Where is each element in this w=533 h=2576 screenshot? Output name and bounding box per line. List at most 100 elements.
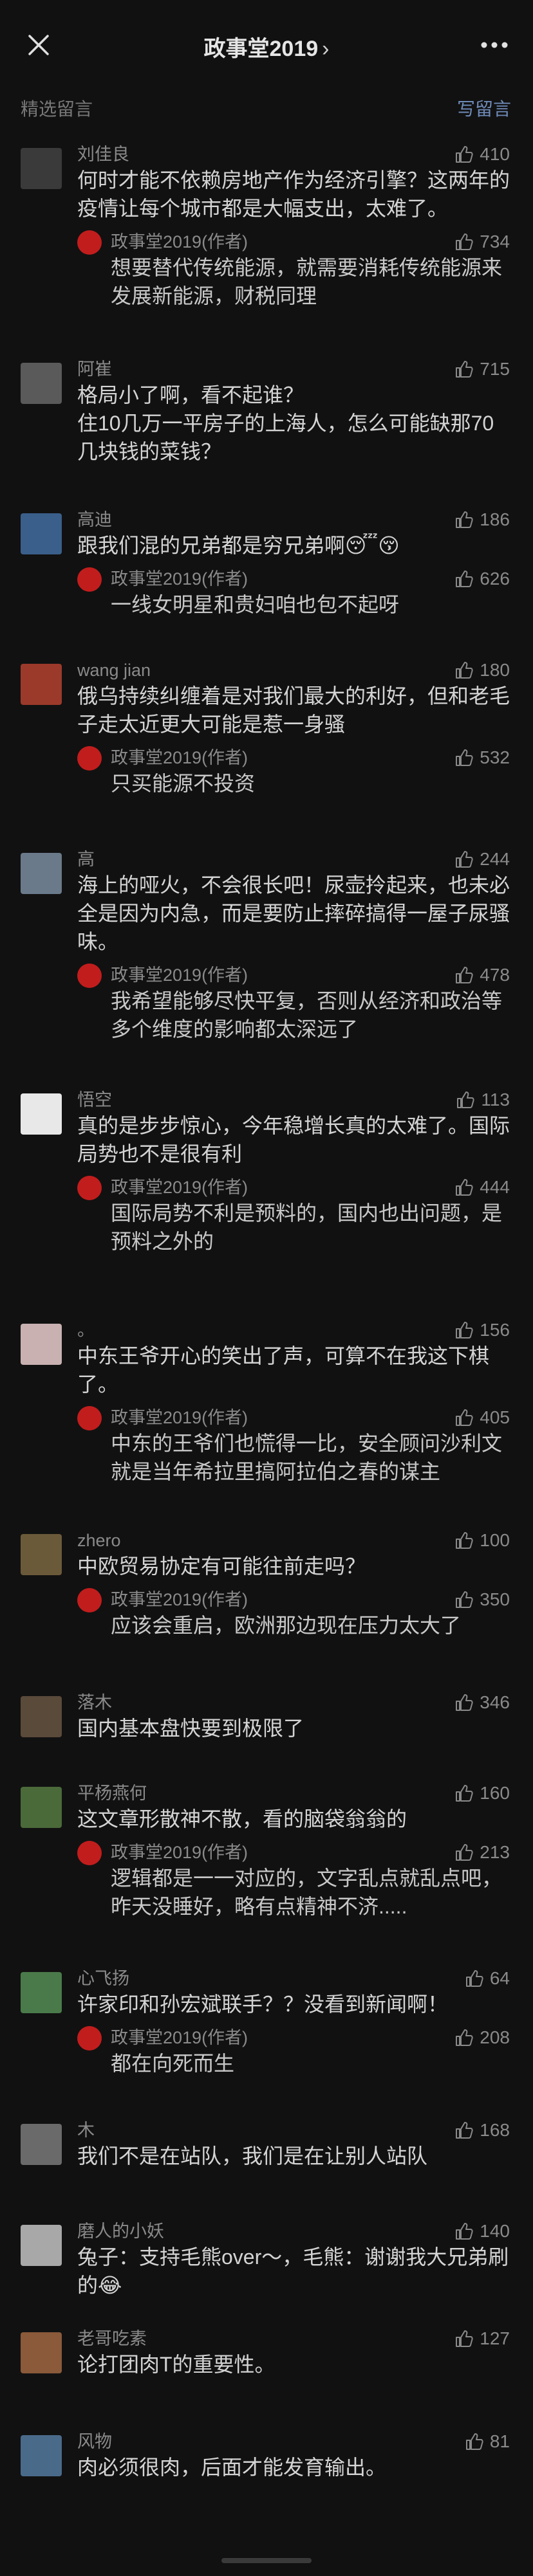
reply-like-count: 734 <box>480 232 510 251</box>
author-avatar <box>77 2026 102 2051</box>
comment-text: 格局小了啊，看不起谁？ 住10几万一平房子的上海人，怎么可能缺那70几块钱的菜钱… <box>77 383 494 463</box>
like-count: 180 <box>480 660 510 680</box>
like-button[interactable]: 64 <box>464 1967 510 1990</box>
avatar[interactable] <box>21 853 62 894</box>
author-reply: 政事堂2019(作者) 405 中东的王爷们也慌得一比，安全顾问沙利文就是当年希拉里… <box>77 1406 510 1486</box>
commenter-name: wang jian <box>77 661 151 680</box>
like-button[interactable]: 180 <box>454 659 510 682</box>
avatar[interactable] <box>21 2332 62 2373</box>
avatar[interactable] <box>21 2225 62 2266</box>
reply-like-button[interactable]: 478 <box>454 964 510 987</box>
reply-like-button[interactable]: 734 <box>454 230 510 253</box>
author-reply: 政事堂2019(作者) 626 一线女明星和贵妇咱也包不起呀 <box>77 567 510 619</box>
avatar[interactable] <box>21 664 62 705</box>
avatar[interactable] <box>21 1093 62 1135</box>
avatar[interactable] <box>21 148 62 189</box>
thumb-up-icon <box>456 1179 473 1196</box>
like-button[interactable]: 715 <box>454 358 510 381</box>
like-button[interactable]: 127 <box>454 2327 510 2350</box>
comment-text: 国内基本盘快要到极限了 <box>77 1717 304 1740</box>
thumb-up-icon <box>456 1409 473 1426</box>
like-button[interactable]: 168 <box>454 2119 510 2142</box>
reply-text: 中东的王爷们也慌得一比，安全顾问沙利文就是当年希拉里搞阿拉伯之春的谋主 <box>111 1432 503 1483</box>
comment-text: 中东王爷开心的笑出了声，可算不在我这下棋了。 <box>77 1344 490 1396</box>
reply-like-button[interactable]: 213 <box>454 1841 510 1864</box>
reply-text: 想要替代传统能源，就需要消耗传统能源来发展新能源，财税同理 <box>111 256 503 307</box>
like-button[interactable]: 346 <box>454 1691 510 1714</box>
write-comment-link[interactable]: 写留言 <box>457 95 511 121</box>
commenter-name: 老哥吃素 <box>77 2329 147 2348</box>
reply-text: 我希望能够尽快平复，否则从经济和政治等多个维度的影响都太深远了 <box>111 989 503 1041</box>
like-count: 186 <box>480 509 510 529</box>
thumb-up-icon <box>456 2223 473 2240</box>
reply-like-count: 405 <box>480 1407 510 1427</box>
avatar[interactable] <box>21 1787 62 1828</box>
thumb-up-icon <box>456 2330 473 2347</box>
page-title[interactable]: 政事堂2019 › <box>0 31 533 62</box>
comment-text: 兔子：支持毛熊over～，毛熊：谢谢我大兄弟刷的😂 <box>77 2245 509 2297</box>
like-button[interactable]: 186 <box>454 508 510 531</box>
comment-text: 真的是步步惊心，今年稳增长真的太难了。国际局势也不是很有利 <box>77 1114 510 1165</box>
more-icon[interactable] <box>480 41 509 49</box>
reply-like-button[interactable]: 208 <box>454 2026 510 2049</box>
author-name: 政事堂2019(作者) <box>111 2028 248 2047</box>
comment-text: 这文章形散神不散，看的脑袋翁翁的 <box>77 1807 407 1831</box>
author-reply: 政事堂2019(作者) 208 都在向死而生 <box>77 2026 510 2078</box>
like-count: 156 <box>480 1320 510 1340</box>
comment-text: 跟我们混的兄弟都是穷兄弟啊😴😚 <box>77 534 400 557</box>
like-button[interactable]: 244 <box>454 848 510 871</box>
reply-like-count: 350 <box>480 1589 510 1609</box>
avatar[interactable] <box>21 1324 62 1365</box>
comment-item: wang jian 180 俄乌持续纠缠着是对我们最大的利好，但和老毛子走太近更大可… <box>0 659 533 798</box>
author-avatar <box>77 964 102 988</box>
commenter-name: 高迪 <box>77 510 112 529</box>
comment-item: 磨人的小妖 140 兔子：支持毛熊over～，毛熊：谢谢我大兄弟刷的😂 <box>0 2220 533 2299</box>
thumb-up-icon <box>456 662 473 679</box>
comment-text: 我们不是在站队，我们是在让别人站队 <box>77 2144 428 2168</box>
reply-like-button[interactable]: 350 <box>454 1588 510 1611</box>
reply-like-count: 444 <box>480 1177 510 1197</box>
author-name: 政事堂2019(作者) <box>111 569 248 589</box>
commenter-name: 磨人的小妖 <box>77 2222 164 2241</box>
comment-item: 刘佳良 410 何时才能不依赖房地产作为经济引擎？这两年的疫情让每个城市都是大幅支出… <box>0 143 533 310</box>
page-title-text: 政事堂2019 <box>203 37 319 61</box>
author-name: 政事堂2019(作者) <box>111 1408 248 1427</box>
thumb-up-icon <box>456 1694 473 1711</box>
reply-like-button[interactable]: 444 <box>454 1176 510 1199</box>
like-count: 346 <box>480 1692 510 1712</box>
reply-like-button[interactable]: 532 <box>454 746 510 769</box>
commenter-name: 刘佳良 <box>77 145 129 164</box>
avatar[interactable] <box>21 513 62 554</box>
avatar[interactable] <box>21 1696 62 1737</box>
thumb-up-icon <box>456 1532 473 1549</box>
like-button[interactable]: 410 <box>454 143 510 166</box>
thumb-up-icon <box>456 146 473 163</box>
author-reply: 政事堂2019(作者) 532 只买能源不投资 <box>77 746 510 798</box>
commenter-name: 木 <box>77 2121 95 2140</box>
like-button[interactable]: 160 <box>454 1782 510 1805</box>
comment-text: 何时才能不依赖房地产作为经济引擎？这两年的疫情让每个城市都是大幅支出，太难了。 <box>77 169 510 220</box>
reply-text: 一线女明星和贵妇咱也包不起呀 <box>111 593 400 616</box>
thumb-up-icon <box>456 361 473 378</box>
avatar[interactable] <box>21 363 62 404</box>
author-name: 政事堂2019(作者) <box>111 1590 248 1609</box>
like-count: 244 <box>480 849 510 869</box>
like-count: 160 <box>480 1783 510 1803</box>
reply-like-count: 208 <box>480 2027 510 2047</box>
reply-like-button[interactable]: 405 <box>454 1406 510 1429</box>
commenter-name: zhero <box>77 1531 121 1550</box>
thumb-up-icon <box>456 1322 473 1338</box>
avatar[interactable] <box>21 1534 62 1575</box>
comment-item: 木 168 我们不是在站队，我们是在让别人站队 <box>0 2119 533 2170</box>
commenter-name: 阿崔 <box>77 360 112 379</box>
like-button[interactable]: 100 <box>454 1529 510 1552</box>
avatar[interactable] <box>21 1972 62 2013</box>
like-button[interactable]: 140 <box>454 2220 510 2243</box>
avatar[interactable] <box>21 2124 62 2165</box>
like-button[interactable]: 113 <box>455 1088 510 1111</box>
like-count: 140 <box>480 2221 510 2241</box>
reply-like-button[interactable]: 626 <box>454 567 510 590</box>
like-button[interactable]: 81 <box>464 2430 510 2453</box>
like-button[interactable]: 156 <box>454 1319 510 1342</box>
avatar[interactable] <box>21 2435 62 2476</box>
